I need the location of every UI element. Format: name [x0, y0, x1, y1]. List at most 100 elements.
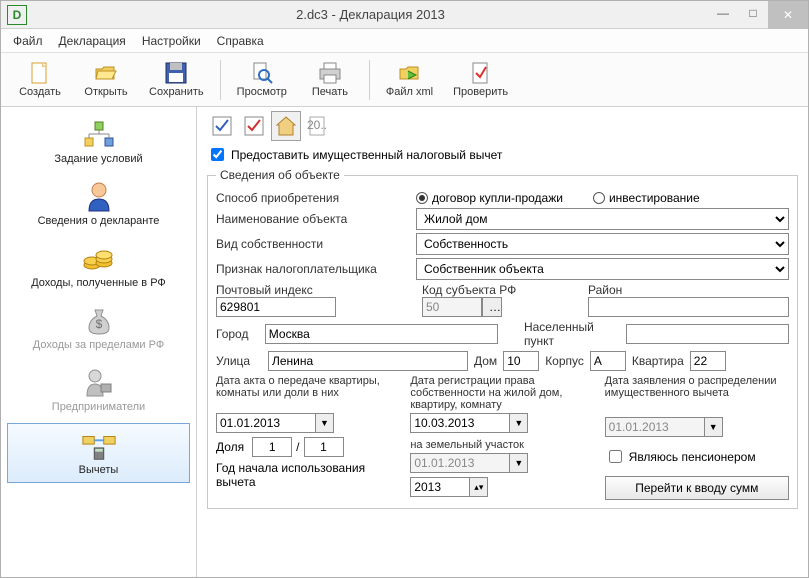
close-button[interactable]: ✕ — [768, 1, 808, 29]
settlement-label: Населенный пункт — [524, 320, 620, 348]
object-name-select[interactable]: Жилой дом — [416, 208, 789, 230]
date-land-field: ▼ — [410, 453, 594, 473]
district-input[interactable] — [588, 297, 789, 317]
sub-toolbar: 20.. — [207, 111, 798, 141]
hierarchy-icon — [81, 119, 117, 151]
acquisition-sale-radio[interactable]: договор купли-продажи — [416, 191, 563, 205]
menu-declaration[interactable]: Декларация — [55, 32, 130, 50]
acquisition-radio-group: договор купли-продажи инвестирование — [416, 191, 700, 205]
toolbar-check-label: Проверить — [453, 86, 508, 98]
pensioner-checkbox[interactable] — [609, 450, 622, 463]
toolbar-sep-2 — [369, 60, 370, 100]
share-group: / — [252, 437, 343, 457]
radio-dot-off-icon — [593, 192, 605, 204]
building-input[interactable] — [590, 351, 626, 371]
district-label: Район — [588, 283, 789, 297]
body-area: Задание условий Сведения о декларанте До… — [1, 107, 808, 577]
date-app-input — [605, 417, 705, 437]
flat-input[interactable] — [690, 351, 726, 371]
acquisition-sale-label: договор купли-продажи — [432, 191, 563, 205]
sidebar-item-income-abroad[interactable]: $ Доходы за пределами РФ — [7, 299, 190, 357]
year-start-label: Год начала использования вычета — [216, 461, 400, 489]
year-start-input[interactable] — [410, 477, 470, 497]
app-window: D 2.dc3 - Декларация 2013 — □ ✕ Файл Дек… — [0, 0, 809, 578]
toolbar-print-button[interactable]: Печать — [299, 56, 361, 104]
menu-settings[interactable]: Настройки — [138, 32, 205, 50]
share-den-input[interactable] — [304, 437, 344, 457]
pensioner-label: Являюсь пенсионером — [629, 450, 756, 464]
provide-deduction-label: Предоставить имущественный налоговый выч… — [231, 148, 502, 162]
entrepreneur-icon — [81, 367, 117, 399]
person-icon — [81, 181, 117, 213]
acquisition-invest-radio[interactable]: инвестирование — [593, 191, 700, 205]
menu-help[interactable]: Справка — [213, 32, 268, 50]
toolbar-open-button[interactable]: Открыть — [75, 56, 137, 104]
toolbar-xml-label: Файл xml — [386, 86, 433, 98]
taxpayer-sign-select[interactable]: Собственник объекта — [416, 258, 789, 280]
date-land-label: на земельный участок — [410, 439, 594, 453]
provide-deduction-checkbox[interactable] — [211, 148, 224, 161]
sidebar-entrepreneurs-label: Предприниматели — [52, 401, 145, 413]
sidebar-item-declarant[interactable]: Сведения о декларанте — [7, 175, 190, 233]
toolbar-save-button[interactable]: Сохранить — [141, 56, 212, 104]
postal-input[interactable] — [216, 297, 336, 317]
object-info-fieldset: Сведения об объекте Способ приобретения … — [207, 168, 798, 509]
flat-label: Квартира — [632, 354, 684, 368]
main-toolbar: Создать Открыть Сохранить Просмотр Печат… — [1, 53, 808, 107]
subtb-property-icon[interactable] — [271, 111, 301, 141]
sidebar: Задание условий Сведения о декларанте До… — [1, 107, 197, 577]
date-app-label: Дата заявления о распределении имуществе… — [605, 375, 789, 413]
subtb-social-icon[interactable] — [239, 111, 269, 141]
sidebar-item-income-rf[interactable]: Доходы, полученные в РФ — [7, 237, 190, 295]
subtb-losses-icon[interactable]: 20.. — [303, 111, 333, 141]
menu-file[interactable]: Файл — [9, 32, 47, 50]
settlement-input[interactable] — [626, 324, 789, 344]
toolbar-create-label: Создать — [19, 86, 61, 98]
svg-text:$: $ — [95, 317, 102, 331]
acquisition-label: Способ приобретения — [216, 191, 410, 205]
toolbar-save-label: Сохранить — [149, 86, 204, 98]
region-code-lookup-button[interactable]: … — [482, 297, 502, 317]
toolbar-open-label: Открыть — [84, 86, 127, 98]
street-label: Улица — [216, 354, 262, 368]
ownership-type-select[interactable]: Собственность — [416, 233, 789, 255]
toolbar-preview-button[interactable]: Просмотр — [229, 56, 295, 104]
svg-text:20..: 20.. — [307, 118, 327, 132]
goto-sums-button[interactable]: Перейти к вводу сумм — [605, 476, 789, 500]
sidebar-item-entrepreneurs[interactable]: Предприниматели — [7, 361, 190, 419]
subtb-standard-icon[interactable] — [207, 111, 237, 141]
sidebar-deductions-label: Вычеты — [79, 464, 119, 476]
sidebar-item-deductions[interactable]: Вычеты — [7, 423, 190, 483]
coins-icon — [81, 243, 117, 275]
window-title: 2.dc3 - Декларация 2013 — [33, 7, 708, 22]
minimize-button[interactable]: — — [708, 1, 738, 25]
share-num-input[interactable] — [252, 437, 292, 457]
toolbar-create-button[interactable]: Создать — [9, 56, 71, 104]
year-start-field: ▴▾ — [410, 477, 488, 497]
date-reg-dropdown-icon[interactable]: ▼ — [510, 413, 528, 433]
main-panel: 20.. Предоставить имущественный налоговы… — [197, 107, 808, 577]
toolbar-check-button[interactable]: Проверить — [445, 56, 516, 104]
date-act-dropdown-icon[interactable]: ▼ — [316, 413, 334, 433]
city-input[interactable] — [265, 324, 498, 344]
toolbar-xml-button[interactable]: Файл xml — [378, 56, 441, 104]
money-bag-icon: $ — [81, 305, 117, 337]
house-input[interactable] — [503, 351, 539, 371]
street-input[interactable] — [268, 351, 468, 371]
year-start-spinner-icon[interactable]: ▴▾ — [470, 477, 488, 497]
sidebar-item-conditions[interactable]: Задание условий — [7, 113, 190, 171]
sidebar-declarant-label: Сведения о декларанте — [38, 215, 160, 227]
date-reg-input[interactable] — [410, 413, 510, 433]
date-land-dropdown-icon[interactable]: ▼ — [510, 453, 528, 473]
app-logo-icon: D — [7, 5, 27, 25]
date-act-input[interactable] — [216, 413, 316, 433]
deductions-icon — [81, 430, 117, 462]
provide-deduction-row: Предоставить имущественный налоговый выч… — [207, 145, 798, 164]
maximize-button[interactable]: □ — [738, 1, 768, 25]
taxpayer-sign-label: Признак налогоплательщика — [216, 262, 410, 276]
folder-open-icon — [94, 61, 118, 85]
postal-label: Почтовый индекс — [216, 283, 416, 297]
date-app-dropdown-icon[interactable]: ▼ — [705, 417, 723, 437]
date-reg-field: ▼ — [410, 413, 594, 433]
share-sep: / — [296, 440, 299, 454]
